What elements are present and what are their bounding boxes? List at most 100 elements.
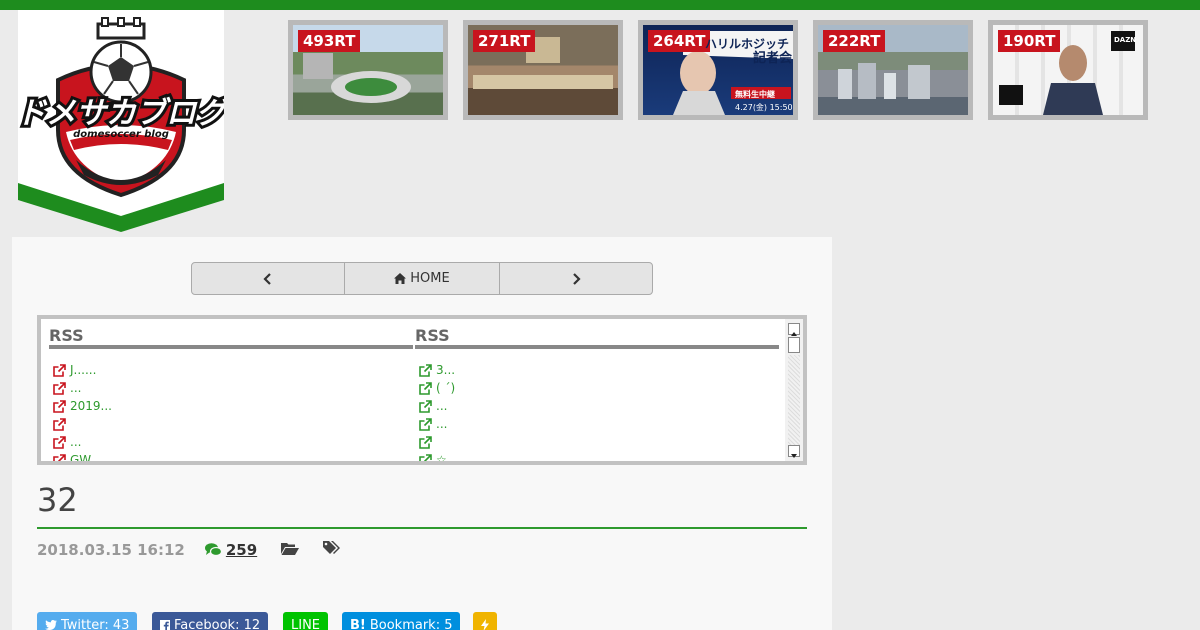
comments-link[interactable]: 259 — [204, 541, 258, 559]
twitter-icon — [45, 620, 57, 630]
scroll-down-arrow[interactable] — [788, 445, 800, 458]
thumb-sponsor-mark: DAZN — [1114, 36, 1137, 44]
retweet-count-badge: 264RT — [648, 30, 711, 52]
rss-heading: RSS — [415, 319, 779, 349]
rss-scrollbar[interactable] — [785, 319, 803, 461]
svg-text:domesoccer blog: domesoccer blog — [73, 129, 169, 140]
scroll-up-arrow[interactable] — [788, 323, 800, 336]
thumb-caption-live: 無料生中継 — [735, 90, 775, 99]
external-link-icon — [53, 399, 66, 413]
rss-item[interactable]: GW... — [53, 451, 413, 461]
ranking-thumb-4[interactable]: 222RT — [813, 20, 973, 120]
pocket-share-button[interactable] — [473, 612, 497, 630]
svg-text:ドメサカブログ: ドメサカブログ — [18, 96, 224, 131]
retweet-count-badge: 493RT — [298, 30, 361, 52]
home-icon — [394, 273, 407, 284]
rss-item[interactable]: ☆... — [419, 451, 779, 461]
home-label: HOME — [410, 271, 450, 286]
lightning-icon — [481, 619, 489, 630]
thumb-caption-time: 4.27(金) 15:50～ — [735, 103, 793, 115]
twitter-share-label: Twitter: 43 — [61, 617, 130, 630]
article-nav: HOME — [191, 262, 653, 295]
ranking-thumb-5[interactable]: 190RT DAZN — [988, 20, 1148, 120]
rss-item[interactable]: ... — [419, 415, 779, 433]
site-logo[interactable]: ドメサカブログ domesoccer blog — [18, 10, 224, 232]
line-share-label: LINE — [291, 617, 321, 630]
retweet-count-badge: 271RT — [473, 30, 536, 52]
ranking-thumb-3[interactable]: 264RT ハリルホジッチ 記者会 無料生中継 4.27(金) 15:50～ — [638, 20, 798, 120]
thumb-caption-side: 記者会 — [753, 51, 793, 66]
comment-count: 259 — [225, 541, 258, 559]
rss-item-title: ... — [70, 435, 82, 449]
category-link[interactable] — [281, 541, 300, 559]
folder-open-icon — [281, 543, 300, 555]
post-date: 2018.03.15 16:12 — [37, 541, 185, 559]
chevron-right-icon — [573, 272, 581, 285]
rss-item[interactable]: ... — [419, 397, 779, 415]
external-link-icon — [419, 399, 432, 413]
external-link-icon — [53, 363, 66, 377]
thumb-image: 264RT ハリルホジッチ 記者会 無料生中継 4.27(金) 15:50～ — [643, 25, 793, 115]
tags-link[interactable] — [323, 540, 342, 560]
post-title: 32 — [37, 481, 78, 519]
rss-item[interactable]: J...... — [53, 361, 413, 379]
hatena-b-mark: B! — [350, 617, 366, 630]
retweet-count-badge: 190RT — [998, 30, 1061, 52]
thumb-image: 222RT — [818, 25, 968, 115]
external-link-icon — [419, 453, 432, 461]
rss-item-title: GW... — [70, 453, 102, 461]
rss-item[interactable]: 2019... — [53, 397, 413, 415]
scroll-track[interactable] — [788, 355, 800, 447]
hatena-bookmark-label: Bookmark: 5 — [369, 617, 453, 630]
rss-item-title: ... — [70, 381, 82, 395]
rss-item[interactable]: 3... — [419, 361, 779, 379]
facebook-icon — [160, 619, 170, 630]
external-link-icon — [419, 381, 432, 395]
rss-item-title: ... — [436, 417, 448, 431]
top-accent-bar — [0, 0, 1200, 10]
rss-item[interactable]: ... — [53, 433, 413, 451]
rss-item-title: J...... — [70, 363, 97, 377]
twitter-share-button[interactable]: Twitter: 43 — [37, 612, 138, 630]
main-content: HOME RSS J......... 2019...... GW... RSS 3… — [12, 237, 832, 630]
rss-column-left: RSS J......... 2019...... GW... — [49, 319, 413, 461]
next-article-button[interactable] — [500, 263, 652, 294]
retweet-count-badge: 222RT — [823, 30, 886, 52]
ranking-thumb-1[interactable]: 493RT — [288, 20, 448, 120]
external-link-icon — [419, 363, 432, 377]
ranking-thumb-2[interactable]: 271RT — [463, 20, 623, 120]
external-link-icon — [53, 453, 66, 461]
rss-item-title: ☆... — [436, 453, 459, 461]
rss-item[interactable]: ( ´) — [419, 379, 779, 397]
title-divider — [37, 527, 807, 529]
rss-item-title: ( ´) — [436, 381, 456, 395]
rss-item-title: ... — [436, 399, 448, 413]
rss-item[interactable] — [419, 433, 779, 451]
external-link-icon — [53, 435, 66, 449]
external-link-icon — [419, 417, 432, 431]
rss-heading: RSS — [49, 319, 413, 349]
thumb-image: 493RT — [293, 25, 443, 115]
thumb-image: 190RT DAZN — [993, 25, 1143, 115]
facebook-share-label: Facebook: 12 — [174, 617, 261, 630]
external-link-icon — [53, 381, 66, 395]
hatena-bookmark-button[interactable]: B! Bookmark: 5 — [342, 612, 461, 630]
rss-item[interactable]: ... — [53, 379, 413, 397]
rss-feed-box: RSS J......... 2019...... GW... RSS 3... ( … — [37, 315, 807, 465]
chevron-left-icon — [263, 272, 271, 285]
external-link-icon — [53, 417, 66, 431]
post-meta: 2018.03.15 16:12 259 — [37, 540, 342, 560]
external-link-icon — [419, 435, 432, 449]
rss-item-title: 3... — [436, 363, 456, 377]
scroll-thumb[interactable] — [788, 337, 800, 353]
thumb-image: 271RT — [468, 25, 618, 115]
comments-icon — [204, 543, 222, 557]
tags-icon — [323, 540, 341, 554]
rss-column-right: RSS 3... ( ´)...... ☆... — [415, 319, 779, 461]
prev-article-button[interactable] — [192, 263, 345, 294]
home-button[interactable]: HOME — [345, 263, 500, 294]
rss-item-title: 2019... — [70, 399, 112, 413]
rss-item[interactable] — [53, 415, 413, 433]
facebook-share-button[interactable]: Facebook: 12 — [152, 612, 269, 630]
line-share-button[interactable]: LINE — [283, 612, 329, 630]
